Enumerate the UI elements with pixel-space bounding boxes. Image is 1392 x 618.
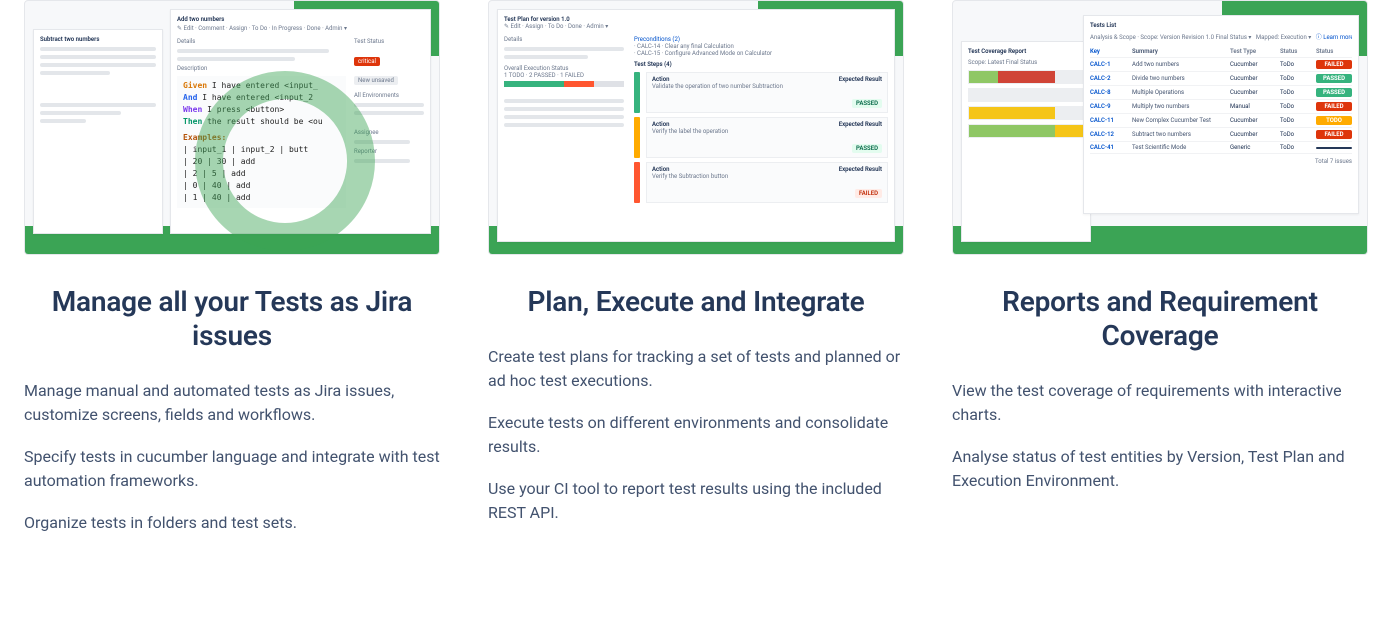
feature-card-reports: Test Coverage Report Scope: Latest Final…	[952, 0, 1368, 553]
label-pill: critical	[354, 57, 380, 66]
table-row: CALC-9Multiply two numbersManualToDoFAIL…	[1090, 100, 1352, 114]
feature-card-execute: Test Plan for version 1.0 ✎ Edit · Assig…	[488, 0, 904, 553]
report-title: Test Coverage Report	[968, 48, 1084, 55]
cucumber-code: Given I have entered <input_ And I have …	[177, 76, 346, 208]
card-para: Execute tests on different environments …	[488, 411, 904, 459]
status-badge: PASSED	[852, 99, 882, 108]
card-title: Manage all your Tests as Jira issues	[24, 285, 440, 353]
tests-list-total: Total 7 issues	[1090, 158, 1352, 165]
table-row: CALC-11New Complex Cucumber TestCucumber…	[1090, 114, 1352, 128]
card-para: Specify tests in cucumber language and i…	[24, 445, 440, 493]
thumbnail-manage: Subtract two numbers Add two numbers ✎ E…	[24, 0, 440, 255]
card-para: Manage manual and automated tests as Jir…	[24, 379, 440, 427]
status-badge: FAILED	[855, 189, 882, 198]
test-step-row: Action Expected Result Verify the Subtra…	[634, 162, 888, 203]
card-para: Use your CI tool to report test results …	[488, 477, 904, 525]
overall-status-label: Overall Execution Status	[504, 65, 624, 72]
test-step-row: Action Expected Result Validate the oper…	[634, 72, 888, 113]
card-para: Organize tests in folders and test sets.	[24, 511, 440, 535]
preconditions-link: Preconditions (2)	[634, 36, 888, 43]
test-step-row: Action Expected Result Verify the label …	[634, 117, 888, 158]
card-para: View the test coverage of requirements w…	[952, 379, 1368, 427]
tests-list-panel: Tests List Analysis & Scope · Scope: Ver…	[1083, 15, 1359, 214]
thumb-sidebar-title: Subtract two numbers	[40, 36, 156, 43]
thumb-report-panel: Test Coverage Report Scope: Latest Final…	[961, 41, 1091, 242]
thumbnail-execute: Test Plan for version 1.0 ✎ Edit · Assig…	[488, 0, 904, 255]
card-para: Create test plans for tracking a set of …	[488, 345, 904, 393]
feature-card-manage: Subtract two numbers Add two numbers ✎ E…	[24, 0, 440, 553]
table-row: CALC-2Divide two numbersCucumberToDoPASS…	[1090, 72, 1352, 86]
thumb-main-panel: Add two numbers ✎ Edit · Comment · Assig…	[170, 9, 431, 234]
tests-list-title: Tests List	[1090, 22, 1352, 29]
thumb-testplan-panel: Test Plan for version 1.0 ✎ Edit · Assig…	[497, 9, 895, 242]
thumb-plan-title: Test Plan for version 1.0	[504, 16, 888, 23]
table-row: CALC-12Subtract two numbersCucumberToDoF…	[1090, 128, 1352, 142]
card-title: Reports and Requirement Coverage	[952, 285, 1368, 353]
card-title: Plan, Execute and Integrate	[488, 285, 904, 319]
card-para: Analyse status of test entities by Versi…	[952, 445, 1368, 493]
thumbnail-reports: Test Coverage Report Scope: Latest Final…	[952, 0, 1368, 255]
thumb-sidebar-panel: Subtract two numbers	[33, 29, 163, 234]
table-row: CALC-8Multiple OperationsCucumberToDoPAS…	[1090, 86, 1352, 100]
status-badge: PASSED	[852, 144, 882, 153]
table-row: CALC-1Add two numbersCucumberToDoFAILED	[1090, 58, 1352, 72]
thumb-issue-title: Add two numbers	[177, 16, 424, 23]
table-row: CALC-41Test Scientific ModeGenericToDo	[1090, 142, 1352, 154]
